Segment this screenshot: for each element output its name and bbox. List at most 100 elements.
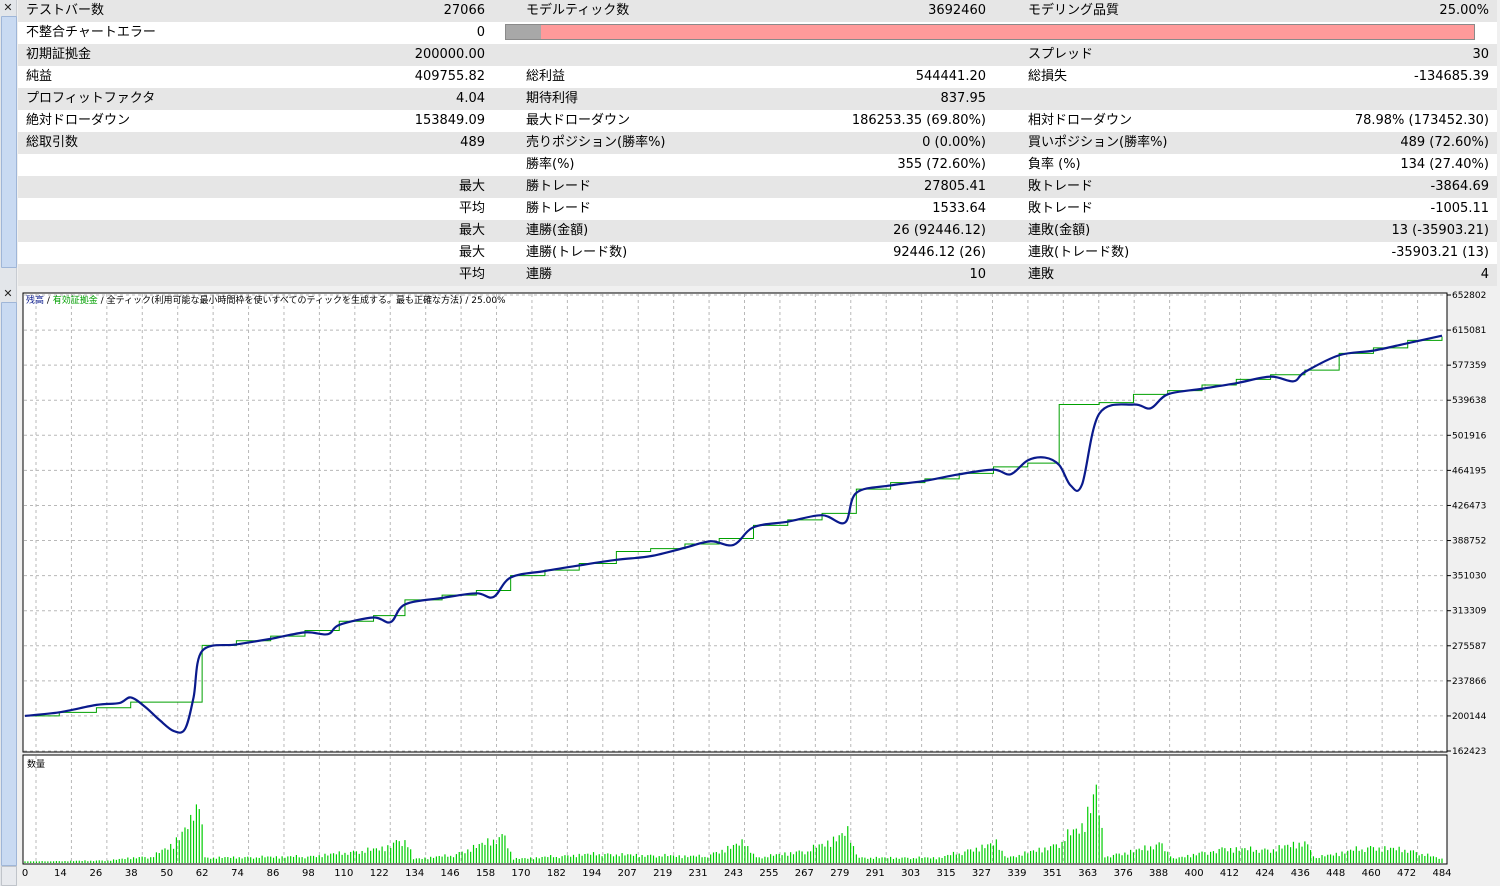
x-tick-label: 158 — [476, 868, 495, 879]
stat-value: 1533.64 — [932, 201, 986, 216]
legend-quality: 25.00% — [471, 296, 506, 306]
stat-value: 3692460 — [928, 3, 986, 18]
x-tick-label: 279 — [830, 868, 849, 879]
x-tick-label: 62 — [196, 868, 209, 879]
stat-label: 相対ドローダウン — [1028, 113, 1133, 128]
y-tick-label: 577359 — [1452, 361, 1487, 371]
modeling-quality-bar — [505, 24, 1475, 40]
stat-label: 勝トレード — [526, 201, 592, 216]
report-table: テストバー数 27066 モデルティック数 3692460 モデリング品質 25.00% 不… — [18, 0, 1497, 286]
stat-value: -35903.21 (13) — [1391, 245, 1489, 260]
vertical-tab[interactable] — [1, 16, 17, 268]
stat-label: 総利益 — [526, 69, 566, 84]
legend-equity: 有効証拠金 — [52, 296, 98, 306]
x-tick-label: 207 — [618, 868, 637, 879]
stat-label: モデルティック数 — [526, 3, 630, 18]
x-tick-label: 146 — [441, 868, 460, 879]
x-tick-label: 122 — [370, 868, 389, 879]
stat-value — [318, 154, 488, 176]
stat-label — [18, 154, 318, 176]
y-tick-label: 162423 — [1452, 747, 1486, 757]
stat-value: 409755.82 — [414, 69, 485, 84]
stat-value: 92446.12 (26) — [893, 245, 986, 260]
x-tick-label: 255 — [759, 868, 778, 879]
x-tick-label: 327 — [972, 868, 991, 879]
modeling-quality-fill — [506, 25, 541, 39]
x-tick-label: 291 — [866, 868, 885, 879]
stat-label — [518, 44, 818, 66]
stat-value: 13 (-35903.21) — [1391, 223, 1489, 238]
balance-chart[interactable]: 652802 615081 577359 539638 501916 464195 4264… — [0, 286, 1500, 886]
report-row: 総取引数 489 売りポジション(勝率%) 0 (0.00%) 買いポジション(勝率%)… — [18, 132, 1497, 154]
close-icon[interactable]: ✕ — [2, 2, 14, 14]
y-tick-label: 237866 — [1452, 677, 1487, 687]
x-tick-label: 267 — [795, 868, 814, 879]
stat-label — [18, 220, 318, 242]
x-tick-label: 363 — [1078, 868, 1097, 879]
legend-separator: / — [44, 296, 53, 306]
stat-value: 最大 — [458, 223, 485, 238]
y-tick-label: 351030 — [1452, 572, 1487, 582]
stat-value: 544441.20 — [915, 69, 986, 84]
x-tick-label: 303 — [901, 868, 920, 879]
y-tick-label: 652802 — [1452, 291, 1486, 301]
stat-value: 355 (72.60%) — [897, 157, 986, 172]
stat-value: 837.95 — [940, 91, 987, 106]
stat-value: 78.98% (173452.30) — [1354, 113, 1489, 128]
x-tick-label: 436 — [1291, 868, 1310, 879]
x-tick-label: 339 — [1007, 868, 1026, 879]
stat-label — [18, 198, 318, 220]
x-tick-label: 376 — [1114, 868, 1133, 879]
stat-value: 0 — [476, 25, 485, 40]
y-tick-label: 426473 — [1452, 501, 1486, 511]
y-tick-label: 200144 — [1452, 712, 1487, 722]
stat-label: 負率 (%) — [1028, 157, 1081, 172]
stat-label: 連敗(金額) — [1028, 223, 1091, 238]
x-tick-label: 424 — [1255, 868, 1274, 879]
stat-value: -3864.69 — [1430, 179, 1489, 194]
report-row: テストバー数 27066 モデルティック数 3692460 モデリング品質 25.00% — [18, 0, 1497, 22]
report-row: 平均 連勝 10 連敗 4 — [18, 264, 1497, 286]
y-tick-label: 615081 — [1452, 326, 1486, 336]
x-tick-label: 243 — [724, 868, 743, 879]
x-tick-label: 472 — [1397, 868, 1416, 879]
stat-value: 4 — [1480, 267, 1489, 282]
stat-label: 勝率(%) — [526, 157, 575, 172]
stat-label: 売りポジション(勝率%) — [526, 135, 666, 150]
x-tick-label: 182 — [547, 868, 566, 879]
stat-label: 買いポジション(勝率%) — [1028, 135, 1168, 150]
stat-value: 平均 — [458, 201, 485, 216]
report-row: 最大 連勝(金額) 26 (92446.12) 連敗(金額) 13 (-35903.21… — [18, 220, 1497, 242]
stat-label: 連勝(金額) — [526, 223, 589, 238]
y-tick-label: 539638 — [1452, 396, 1487, 406]
x-tick-label: 448 — [1326, 868, 1345, 879]
report-row: 絶対ドローダウン 153849.09 最大ドローダウン 186253.35 (69.8… — [18, 110, 1497, 132]
stat-value — [1291, 88, 1491, 110]
stat-value: 0 (0.00%) — [922, 135, 986, 150]
stat-value: 25.00% — [1439, 3, 1489, 18]
x-tick-label: 231 — [689, 868, 708, 879]
stat-label: 期待利得 — [526, 91, 579, 106]
stat-label — [18, 264, 318, 286]
x-tick-label: 0 — [22, 868, 28, 879]
x-tick-label: 86 — [267, 868, 280, 879]
x-tick-label: 400 — [1184, 868, 1203, 879]
stat-label — [18, 176, 318, 198]
stat-label: 絶対ドローダウン — [26, 113, 131, 128]
stat-label: 連敗 — [1028, 267, 1055, 282]
chart-canvas[interactable]: 652802 615081 577359 539638 501916 464195 4264… — [0, 286, 1500, 886]
x-tick-label: 26 — [89, 868, 102, 879]
stat-value: 平均 — [458, 267, 485, 282]
stat-value: 153849.09 — [414, 113, 485, 128]
report-row: 平均 勝トレード 1533.64 敗トレード -1005.11 — [18, 198, 1497, 220]
x-tick-label: 38 — [125, 868, 138, 879]
x-tick-label: 134 — [405, 868, 424, 879]
x-tick-label: 194 — [582, 868, 601, 879]
x-tick-label: 50 — [160, 868, 173, 879]
y-tick-label: 275587 — [1452, 642, 1486, 652]
stat-value: 27805.41 — [923, 179, 986, 194]
stat-label: モデリング品質 — [1028, 3, 1120, 18]
price-pane-frame — [22, 292, 1448, 753]
stat-label: 総損失 — [1028, 69, 1068, 84]
legend-separator: / — [97, 296, 107, 306]
